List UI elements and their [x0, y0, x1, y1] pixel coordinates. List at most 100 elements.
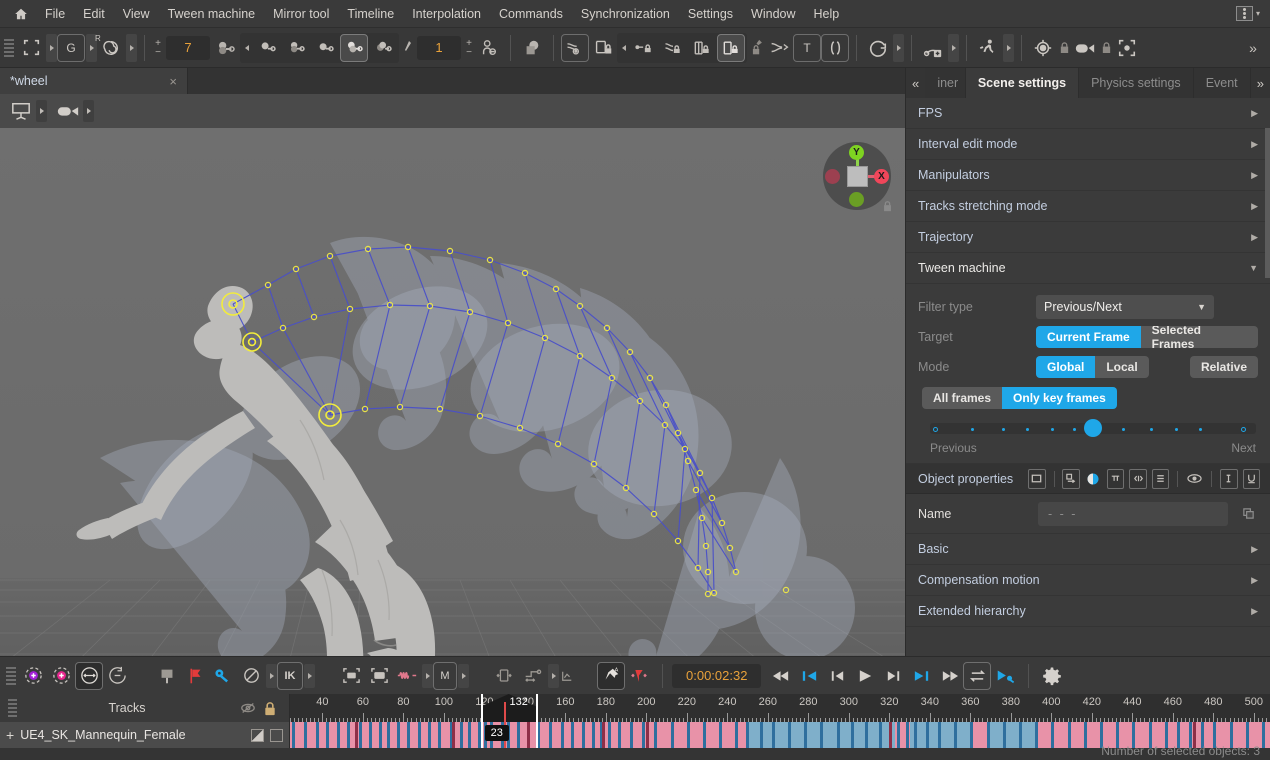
gizmo-lock-icon[interactable]	[882, 200, 893, 212]
auto-key-rotate-button[interactable]	[47, 662, 75, 690]
onion-skin-tool-button[interactable]	[212, 34, 240, 62]
rotate-space-dropdown[interactable]	[126, 34, 137, 62]
keyframe-line[interactable]	[438, 722, 441, 748]
section-trajectory[interactable]: Trajectory ▶	[906, 222, 1270, 253]
track-expand-button[interactable]: +	[6, 727, 14, 743]
section-tween-machine[interactable]: Tween machine ▼	[906, 253, 1270, 284]
keyframe-line[interactable]	[671, 722, 674, 748]
keyframe-line[interactable]	[326, 722, 329, 748]
corner-fill-icon[interactable]	[251, 729, 264, 742]
keyframe-line[interactable]	[387, 722, 390, 748]
timecode-display[interactable]: 0:00:02:32	[672, 664, 761, 688]
lock-prev-arrow-icon[interactable]	[619, 45, 629, 51]
focus-tool-button[interactable]	[1113, 34, 1141, 62]
global-space-toggle-button[interactable]: G	[57, 34, 85, 62]
axis-gizmo[interactable]: Y X	[823, 142, 891, 210]
section-interval-edit-mode[interactable]: Interval edit mode ▶	[906, 129, 1270, 160]
toolbar-grip[interactable]	[4, 35, 14, 61]
lock-prev-button[interactable]	[630, 34, 658, 62]
keyframe-line-marked[interactable]	[602, 722, 605, 748]
keyframe-line[interactable]	[549, 722, 552, 748]
menu-mirror-tool[interactable]: Mirror tool	[264, 4, 338, 24]
ghost-shape-tool-button[interactable]	[518, 34, 546, 62]
section-basic[interactable]: Basic ▶	[906, 534, 1270, 565]
span-icon-button[interactable]	[491, 662, 519, 690]
keyframe-line[interactable]	[642, 722, 645, 748]
target-tool-button[interactable]	[1029, 34, 1057, 62]
right-panel-scrollbar[interactable]	[1265, 128, 1270, 278]
onion-prev-arrow-icon[interactable]	[242, 45, 252, 51]
keyframe-line[interactable]	[987, 722, 990, 748]
go-end-button[interactable]	[907, 662, 935, 690]
keyframe-line[interactable]	[407, 722, 410, 748]
menu-help[interactable]: Help	[805, 4, 849, 24]
text-tool-button[interactable]: T	[793, 34, 821, 62]
keyframe-line[interactable]	[760, 722, 763, 748]
keyframe-line-marked[interactable]	[646, 722, 649, 748]
lock-track-button[interactable]	[589, 34, 617, 62]
keyframe-line[interactable]	[1003, 722, 1006, 748]
key-range-button[interactable]	[75, 662, 103, 690]
close-icon[interactable]: ×	[169, 74, 177, 89]
keyframe-line[interactable]	[304, 722, 307, 748]
keyframe-line[interactable]	[837, 722, 840, 748]
key-remove-button[interactable]	[103, 662, 131, 690]
select-box2-button[interactable]	[365, 662, 393, 690]
keyframe-line[interactable]	[292, 722, 295, 748]
keyframe-line[interactable]	[397, 722, 400, 748]
keyframe-line[interactable]	[418, 722, 421, 748]
keyframe-line[interactable]	[1051, 722, 1054, 748]
copy-icon[interactable]	[1238, 507, 1258, 520]
keyframe-line[interactable]	[926, 722, 929, 748]
key-marker-button[interactable]	[153, 662, 181, 690]
tab-physics-settings[interactable]: Physics settings	[1079, 68, 1194, 98]
graph-corner-icon[interactable]	[559, 662, 575, 690]
keyframe-line-marked[interactable]	[452, 722, 455, 748]
curve-icon-dropdown[interactable]	[422, 664, 433, 688]
keyframe-line-marked[interactable]	[527, 722, 530, 748]
ik-dropdown[interactable]	[304, 664, 315, 688]
lock-pin-button[interactable]	[747, 34, 765, 62]
keyframe-line[interactable]	[914, 722, 917, 748]
empty-square-icon[interactable]	[270, 729, 283, 742]
menu-edit[interactable]: Edit	[74, 4, 114, 24]
keyframe-line-marked[interactable]	[889, 722, 892, 748]
keyframe-line[interactable]	[618, 722, 621, 748]
target-selected-frames-button[interactable]: Selected Frames	[1141, 326, 1258, 348]
track-header[interactable]: + UE4_SK_Mannequin_Female	[0, 722, 290, 748]
toolbar-overflow-button[interactable]: »	[1240, 34, 1266, 62]
target-current-frame-button[interactable]: Current Frame	[1036, 326, 1141, 348]
keyframe-line[interactable]	[1068, 722, 1071, 748]
section-tracks-stretching-mode[interactable]: Tracks stretching mode ▶	[906, 191, 1270, 222]
mode-relative-button[interactable]: Relative	[1190, 356, 1258, 378]
pin-auto-button[interactable]: A	[597, 662, 625, 690]
keyframe-line[interactable]	[703, 722, 706, 748]
camera-select-dropdown[interactable]	[83, 100, 94, 122]
viewport-tab-wheel[interactable]: *wheel ×	[0, 68, 188, 94]
gizmo-y-axis[interactable]: Y	[849, 145, 864, 160]
timeline-ruler[interactable]: 4060801001201401601802002202402602803003…	[290, 694, 1270, 722]
keyframe-line[interactable]	[347, 722, 350, 748]
play-button[interactable]	[851, 662, 879, 690]
object-name-input[interactable]: - - -	[1038, 502, 1228, 526]
playhead-snap-button[interactable]	[625, 662, 653, 690]
pin-tool-button[interactable]	[399, 34, 415, 62]
menu-view[interactable]: View	[114, 4, 159, 24]
auto-key-add-button[interactable]	[19, 662, 47, 690]
bounds-icon[interactable]	[1028, 469, 1045, 489]
all-frames-button[interactable]: All frames	[922, 387, 1002, 409]
step-back-button[interactable]	[823, 662, 851, 690]
visibility-icon[interactable]	[1186, 469, 1203, 489]
keyframe-line[interactable]	[468, 722, 471, 748]
step-icon-dropdown[interactable]	[548, 664, 559, 688]
keyframe-line[interactable]	[517, 722, 520, 748]
menu-settings[interactable]: Settings	[679, 4, 742, 24]
keyframe-line[interactable]	[897, 722, 900, 748]
3d-viewport[interactable]: Y X	[0, 128, 905, 656]
keyframe-line[interactable]	[719, 722, 722, 748]
keyframe-line[interactable]	[582, 722, 585, 748]
keyframe-line[interactable]	[865, 722, 868, 748]
curve-icon-button[interactable]	[393, 662, 421, 690]
keyframe-line[interactable]	[359, 722, 362, 748]
menu-interpolation[interactable]: Interpolation	[403, 4, 490, 24]
